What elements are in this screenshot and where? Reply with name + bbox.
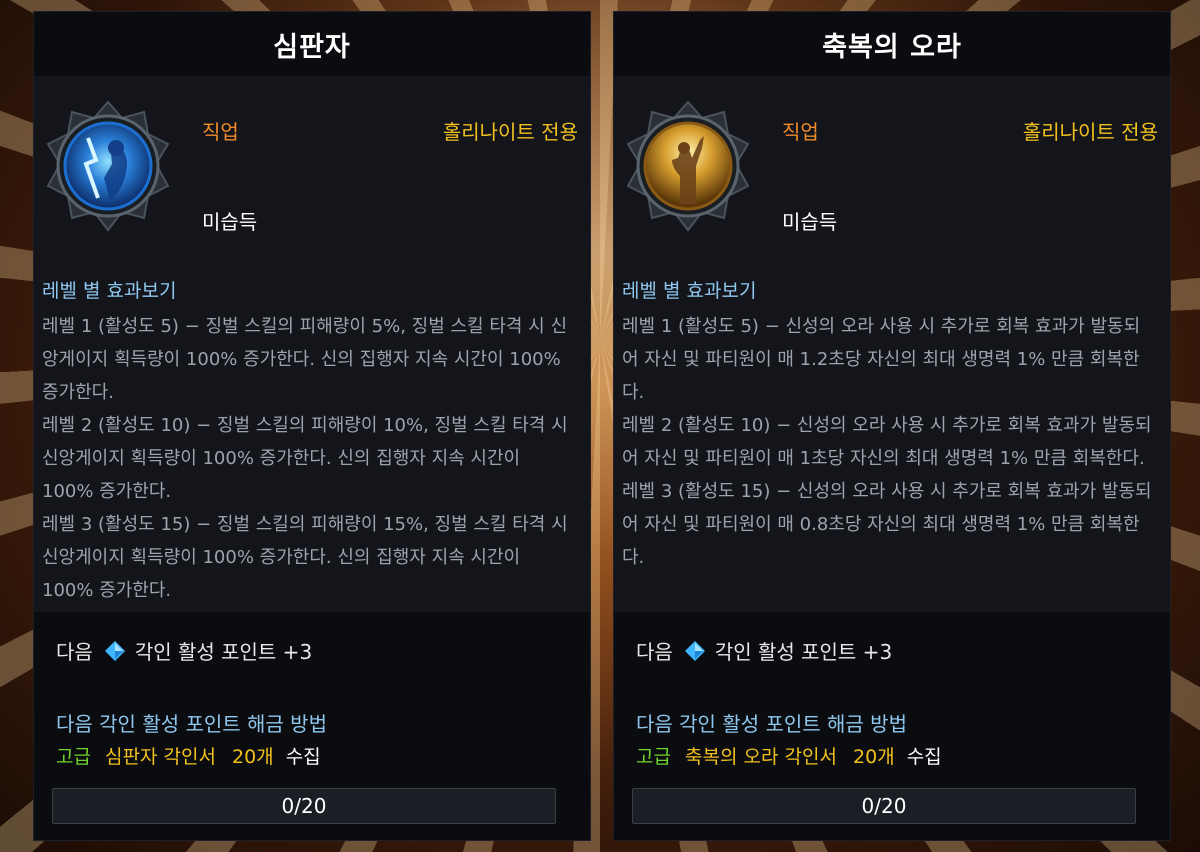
progress-text: 0/20 xyxy=(861,794,907,818)
unlock-requirement: 고급 축복의 오라 각인서 20개 수집 xyxy=(636,742,942,769)
effect-level-1: 레벨 1 (활성도 5) − 징벌 스킬의 피해량이 5%, 징벌 스킬 타격 … xyxy=(42,316,568,403)
blessing-aura-skill-icon xyxy=(620,98,756,234)
collection-progress-bar: 0/20 xyxy=(52,788,556,824)
unlock-item-name: 심판자 각인서 xyxy=(105,746,216,768)
engraving-tooltip-blessing-aura: 축복의 오라 직업 홀리나이트 전용 미습득 레벨 별 효과보기 레벨 1 (활… xyxy=(614,12,1170,840)
unlock-action: 수집 xyxy=(285,746,321,768)
unlock-method-title: 다음 각인 활성 포인트 해금 방법 xyxy=(56,712,327,736)
acquisition-status: 미습득 xyxy=(202,210,258,234)
effect-level-1: 레벨 1 (활성도 5) − 신성의 오라 사용 시 추가로 회복 효과가 발동… xyxy=(622,316,1141,403)
effect-level-2: 레벨 2 (활성도 10) − 징벌 스킬의 피해량이 10%, 징벌 스킬 타… xyxy=(42,415,568,502)
tooltip-body: 직업 홀리나이트 전용 미습득 레벨 별 효과보기 레벨 1 (활성도 5) −… xyxy=(614,76,1170,612)
engraving-tooltip-judgment: 심판자 직업 홀리나이트 전용 미습득 레벨 별 효과보기 레벨 1 (활성도 … xyxy=(34,12,590,840)
next-points-text: 각인 활성 포인트 +3 xyxy=(714,640,893,664)
unlock-requirement: 고급 심판자 각인서 20개 수집 xyxy=(56,742,321,769)
job-label: 직업 xyxy=(782,120,819,144)
next-label: 다음 xyxy=(636,640,673,664)
next-points-text: 각인 활성 포인트 +3 xyxy=(134,640,313,664)
effect-level-3: 레벨 3 (활성도 15) − 징벌 스킬의 피해량이 15%, 징벌 스킬 타… xyxy=(42,514,568,601)
effects-list: 레벨 1 (활성도 5) − 징벌 스킬의 피해량이 5%, 징벌 스킬 타격 … xyxy=(42,310,576,607)
engraving-diamond-icon xyxy=(104,640,125,661)
effect-level-3: 레벨 3 (활성도 15) − 신성의 오라 사용 시 추가로 회복 효과가 발… xyxy=(622,481,1152,568)
effects-by-level-header: 레벨 별 효과보기 xyxy=(622,280,757,302)
next-point-line: 다음 각인 활성 포인트 +3 xyxy=(56,636,312,665)
unlock-action: 수집 xyxy=(906,746,942,768)
judgment-skill-icon xyxy=(40,98,176,234)
engraving-diamond-icon xyxy=(684,640,705,661)
unlock-grade: 고급 xyxy=(636,746,671,768)
acquisition-status: 미습득 xyxy=(782,210,838,234)
unlock-item-name: 축복의 오라 각인서 xyxy=(685,746,837,768)
progress-text: 0/20 xyxy=(281,794,327,818)
tooltip-body: 직업 홀리나이트 전용 미습득 레벨 별 효과보기 레벨 1 (활성도 5) −… xyxy=(34,76,590,612)
job-label: 직업 xyxy=(202,120,239,144)
effect-level-2: 레벨 2 (활성도 10) − 신성의 오라 사용 시 추가로 회복 효과가 발… xyxy=(622,415,1152,469)
tooltip-footer: 다음 각인 활성 포인트 +3 다음 각인 활성 포인트 해금 방법 고급 축복… xyxy=(614,612,1170,840)
collection-progress-bar: 0/20 xyxy=(632,788,1136,824)
unlock-grade: 고급 xyxy=(56,746,91,768)
effects-by-level-header: 레벨 별 효과보기 xyxy=(42,280,177,302)
class-restriction-label: 홀리나이트 전용 xyxy=(1022,120,1158,144)
tooltip-footer: 다음 각인 활성 포인트 +3 다음 각인 활성 포인트 해금 방법 고급 심판… xyxy=(34,612,590,840)
class-restriction-label: 홀리나이트 전용 xyxy=(442,120,578,144)
tooltip-title: 심판자 xyxy=(34,12,590,76)
effects-list: 레벨 1 (활성도 5) − 신성의 오라 사용 시 추가로 회복 효과가 발동… xyxy=(622,310,1156,574)
tooltip-title: 축복의 오라 xyxy=(614,12,1170,76)
unlock-method-title: 다음 각인 활성 포인트 해금 방법 xyxy=(636,712,907,736)
unlock-count: 20개 xyxy=(852,746,895,768)
next-point-line: 다음 각인 활성 포인트 +3 xyxy=(636,636,892,665)
next-label: 다음 xyxy=(56,640,93,664)
unlock-count: 20개 xyxy=(231,746,274,768)
